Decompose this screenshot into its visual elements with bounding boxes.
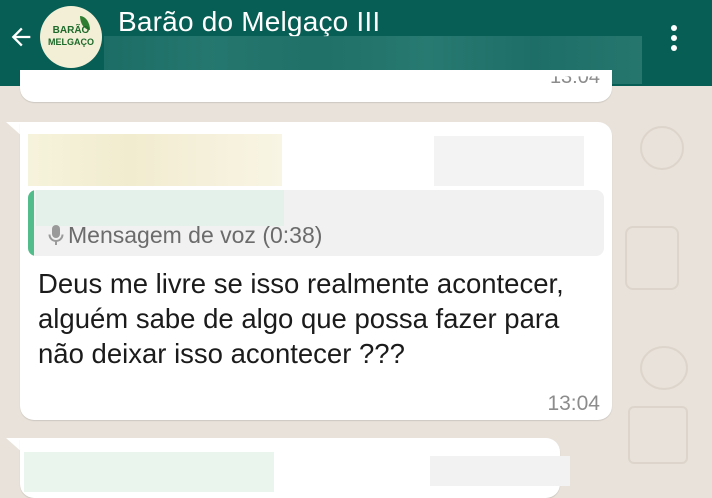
chat-title[interactable]: Barão do Melgaço III: [118, 6, 380, 38]
avatar-logo-line1: BARÃO: [52, 25, 90, 36]
redacted-sender-name: [430, 456, 570, 486]
doodle-decoration: [625, 226, 679, 290]
group-avatar[interactable]: BARÃO MELGAÇO: [40, 6, 102, 68]
reply-accent-bar: [28, 190, 34, 256]
redacted-quote-author: [36, 190, 284, 226]
message-bubble-previous[interactable]: 13:04: [20, 70, 612, 102]
arrow-left-icon: [11, 27, 31, 47]
message-bubble[interactable]: Mensagem de voz (0:38) Deus me livre se …: [20, 122, 612, 420]
reply-preview: Mensagem de voz (0:38): [48, 222, 322, 249]
redacted-sender: [24, 452, 274, 492]
message-time: 13:04: [549, 66, 600, 88]
redacted-sender: [28, 134, 282, 186]
reply-quote[interactable]: Mensagem de voz (0:38): [28, 190, 604, 256]
more-options-button[interactable]: [660, 20, 688, 56]
message-bubble-next[interactable]: [20, 438, 570, 498]
message-text: Deus me livre se isso realmente acontece…: [38, 268, 564, 369]
doodle-decoration: [628, 406, 688, 464]
back-button[interactable]: [4, 20, 38, 54]
message-time: 13:04: [547, 392, 600, 415]
mic-icon: [48, 225, 64, 245]
doodle-decoration: [640, 126, 684, 170]
doodle-decoration: [640, 346, 688, 390]
redacted-sender-name: [434, 136, 584, 186]
avatar-logo-line2: MELGAÇO: [48, 37, 94, 47]
more-vertical-icon: [671, 25, 677, 31]
reply-preview-text: Mensagem de voz (0:38): [68, 222, 323, 248]
